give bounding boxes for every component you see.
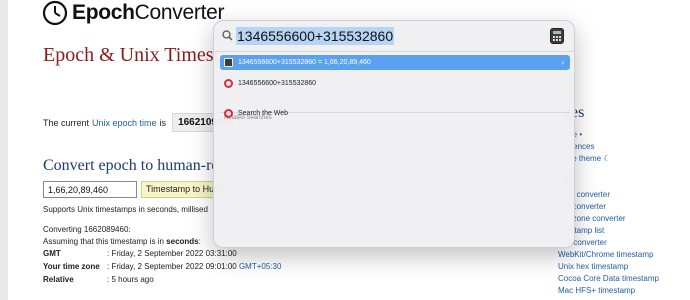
window-edge: [0, 0, 8, 300]
page-title: Epoch & Unix Timest: [43, 44, 220, 66]
supports-text: Supports Unix timestamps in seconds, mil…: [43, 205, 208, 214]
assuming-prefix: Assuming that this timestamp is in: [43, 237, 164, 246]
current-prefix: The current: [43, 117, 90, 128]
opera-icon: [224, 79, 233, 88]
assuming-unit: seconds: [166, 237, 199, 246]
clock-icon: [42, 0, 68, 26]
current-epoch-line: The current Unix epoch time is 166210949…: [43, 113, 240, 132]
result-value: : 5 hours ago: [107, 275, 154, 284]
sidebar-link-cocoa[interactable]: Cocoa Core Data timestamp: [558, 274, 659, 283]
logo-text: EpochConverter: [72, 1, 225, 24]
result-text: 1346556600+315532860: [238, 80, 317, 87]
unix-epoch-time-link[interactable]: Unix epoch time: [92, 118, 157, 128]
assuming-text: Assuming that this timestamp is in secon…: [43, 237, 201, 246]
sidebar-link-unix-hex[interactable]: Unix hex timestamp: [558, 262, 628, 271]
site-logo[interactable]: EpochConverter: [42, 0, 224, 26]
chevron-right-icon: ›: [561, 58, 564, 67]
spotlight-result-calculator[interactable]: 1346556600+315532860 = 1,66,20,89,460 ›: [220, 55, 570, 70]
spotlight-search-input[interactable]: 1346556600+315532860: [236, 27, 395, 45]
converting-text: Converting 1662089460:: [43, 225, 131, 234]
spotlight-related-search-web[interactable]: Search the Web: [220, 106, 570, 121]
sidebar-link-mac-hfs[interactable]: Mac HFS+ timestamp: [558, 286, 635, 295]
related-text: Search the Web: [238, 110, 289, 117]
spotlight-divider: [214, 51, 574, 52]
result-text: 1346556600+315532860 = 1,66,20,89,460: [238, 59, 371, 66]
calculator-app-icon: [550, 28, 564, 44]
spotlight-panel: 1346556600+315532860 1346556600+31553286…: [213, 20, 575, 248]
search-icon: [222, 30, 233, 41]
result-value: : Friday, 2 September 2022 09:01:00 GMT+…: [107, 262, 282, 271]
result-label: Relative: [43, 275, 74, 284]
spotlight-search-bar: 1346556600+315532860: [214, 21, 574, 51]
result-label: GMT: [43, 249, 61, 258]
convert-heading: Convert epoch to human-re: [43, 157, 219, 174]
timezone-link[interactable]: GMT+05:30: [239, 262, 281, 271]
result-label: Your time zone: [43, 262, 100, 271]
result-value: : Friday, 2 September 2022 03:31:00: [107, 249, 237, 258]
opera-icon: [224, 109, 233, 118]
spotlight-result-web[interactable]: 1346556600+315532860: [220, 76, 570, 91]
epoch-input[interactable]: [43, 181, 137, 198]
calculator-icon: [224, 58, 233, 67]
sidebar-link-webkit[interactable]: WebKit/Chrome timestamp: [558, 250, 653, 259]
current-suffix: is: [159, 117, 167, 128]
assuming-suffix: :: [198, 237, 201, 246]
